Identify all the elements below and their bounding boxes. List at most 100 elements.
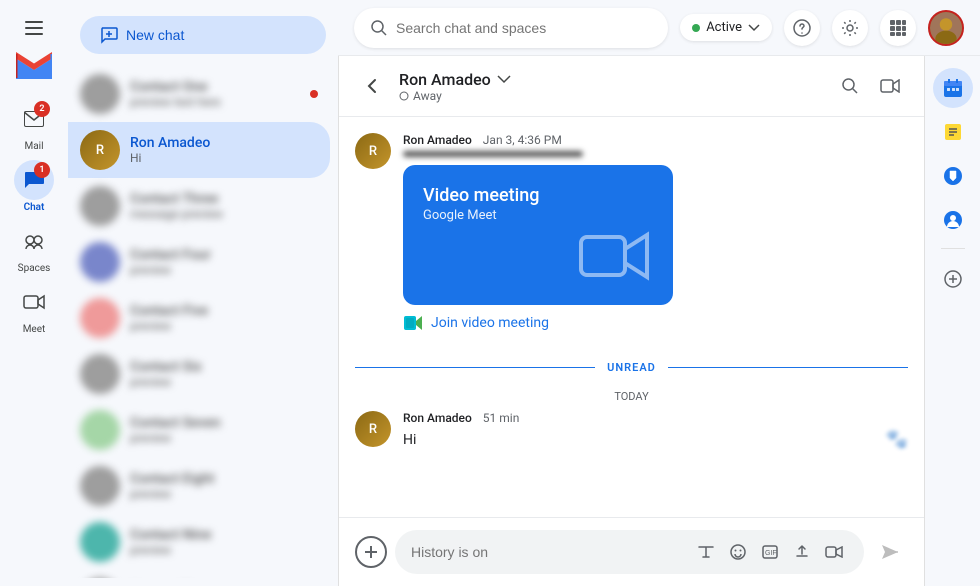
- chat-preview: preview: [130, 431, 318, 445]
- join-meeting-button[interactable]: Join video meeting: [403, 313, 908, 333]
- nav-meet[interactable]: Meet: [0, 278, 68, 339]
- chat-input-area: GIF: [339, 517, 924, 586]
- keep-button[interactable]: [933, 156, 973, 196]
- message-meta: Ron Amadeo 51 min: [403, 411, 908, 425]
- list-item-ron[interactable]: R Ron Amadeo Hi: [68, 122, 330, 178]
- contact-name: Contact Three: [130, 191, 318, 207]
- back-icon: [364, 77, 382, 95]
- search-in-chat-button[interactable]: [832, 68, 868, 104]
- emoji-button[interactable]: [724, 538, 752, 566]
- video-card-subtitle: Google Meet: [423, 208, 653, 223]
- contacts-button[interactable]: [933, 200, 973, 240]
- mail-label: Mail: [24, 141, 43, 152]
- grid-icon: [889, 19, 907, 37]
- chat-preview: preview: [130, 319, 318, 333]
- add-apps-button[interactable]: [935, 261, 971, 297]
- list-item[interactable]: Contact Three message preview: [68, 178, 330, 234]
- calendar-icon: [943, 78, 963, 98]
- chat-preview: message preview: [130, 207, 318, 221]
- active-label: Active: [706, 20, 742, 35]
- apps-button[interactable]: [880, 10, 916, 46]
- list-item[interactable]: Contact Four preview: [68, 234, 330, 290]
- message-input[interactable]: [411, 544, 684, 560]
- gif-icon: GIF: [762, 544, 778, 560]
- chat-header-info: Ron Amadeo Away: [399, 70, 832, 103]
- input-actions: GIF: [692, 538, 848, 566]
- avatar: [80, 522, 120, 562]
- video-input-button[interactable]: [820, 538, 848, 566]
- chat-info: Contact Nine preview: [130, 527, 318, 557]
- unread-divider: UNREAD: [355, 361, 908, 374]
- plus-circle-icon: [944, 270, 962, 288]
- calendar-button[interactable]: [933, 68, 973, 108]
- message-time: 51 min: [483, 411, 520, 425]
- list-item[interactable]: Contact One preview text here: [68, 66, 330, 122]
- chat-preview: preview text here: [130, 95, 318, 109]
- chat-info: Contact One preview text here: [130, 79, 318, 109]
- contacts-icon: [943, 210, 963, 230]
- new-chat-button[interactable]: New chat: [80, 16, 326, 54]
- chevron-down-icon: [748, 24, 760, 32]
- chat-label: Chat: [24, 202, 45, 213]
- join-label: Join video meeting: [431, 315, 549, 331]
- video-card-title: Video meeting: [423, 185, 653, 206]
- today-label: TODAY: [614, 390, 648, 403]
- list-item[interactable]: Contact Seven preview: [68, 402, 330, 458]
- message-input-box[interactable]: GIF: [395, 530, 864, 574]
- contact-name: Contact Eight: [130, 471, 318, 487]
- back-button[interactable]: [355, 68, 391, 104]
- send-button[interactable]: [872, 534, 908, 570]
- avatar-icon: [930, 10, 962, 46]
- search-bar[interactable]: [354, 8, 668, 48]
- list-item[interactable]: Contact Ten preview: [68, 570, 330, 578]
- sender-name: Ron Amadeo: [403, 411, 472, 425]
- contact-name: Contact Seven: [130, 415, 318, 431]
- message-text-row: Hi 🐾: [403, 429, 908, 450]
- chat-info: Contact Five preview: [130, 303, 318, 333]
- avatar: [80, 242, 120, 282]
- nav-spaces[interactable]: Spaces: [0, 217, 68, 278]
- search-icon: [841, 77, 859, 95]
- gif-button[interactable]: GIF: [756, 538, 784, 566]
- message-group: R Ron Amadeo Jan 3, 4:36 PM Video meetin…: [355, 133, 908, 333]
- chat-info: Contact Four preview: [130, 247, 318, 277]
- list-item[interactable]: Contact Eight preview: [68, 458, 330, 514]
- contact-name: Contact One: [130, 79, 318, 95]
- list-item[interactable]: Contact Nine preview: [68, 514, 330, 570]
- today-divider: TODAY: [355, 390, 908, 403]
- avatar: R: [80, 130, 120, 170]
- settings-icon: [841, 19, 859, 37]
- contact-name: Ron Amadeo: [130, 135, 318, 151]
- chat-badge: 1: [34, 162, 50, 178]
- active-dot: [692, 24, 700, 32]
- contact-header-name[interactable]: Ron Amadeo: [399, 70, 832, 89]
- active-status[interactable]: Active: [680, 14, 772, 41]
- avatar: [80, 298, 120, 338]
- sender-name: Ron Amadeo: [403, 133, 472, 147]
- contact-name: Contact Five: [130, 303, 318, 319]
- video-call-button[interactable]: [872, 68, 908, 104]
- hamburger-button[interactable]: [14, 8, 54, 48]
- chat-info: Contact Three message preview: [130, 191, 318, 221]
- nav-chat[interactable]: 1 Chat: [0, 156, 68, 217]
- help-icon: [793, 19, 811, 37]
- text-format-icon: [698, 545, 714, 559]
- chat-main: Ron Amadeo Away: [338, 56, 924, 586]
- settings-button[interactable]: [832, 10, 868, 46]
- format-text-button[interactable]: [692, 538, 720, 566]
- chat-preview: Hi: [130, 151, 318, 165]
- chat-preview: preview: [130, 543, 318, 557]
- nav-mail[interactable]: 2 Mail: [0, 95, 68, 156]
- status-text: Away: [413, 89, 442, 103]
- upload-icon: [794, 544, 810, 560]
- list-item[interactable]: Contact Five preview: [68, 290, 330, 346]
- message-text: Hi: [403, 432, 416, 448]
- help-button[interactable]: [784, 10, 820, 46]
- unread-label: UNREAD: [607, 361, 656, 374]
- profile-avatar[interactable]: [928, 10, 964, 46]
- tasks-button[interactable]: [933, 112, 973, 152]
- add-attachment-button[interactable]: [355, 536, 387, 568]
- list-item[interactable]: Contact Six preview: [68, 346, 330, 402]
- upload-button[interactable]: [788, 538, 816, 566]
- search-input[interactable]: [396, 20, 652, 36]
